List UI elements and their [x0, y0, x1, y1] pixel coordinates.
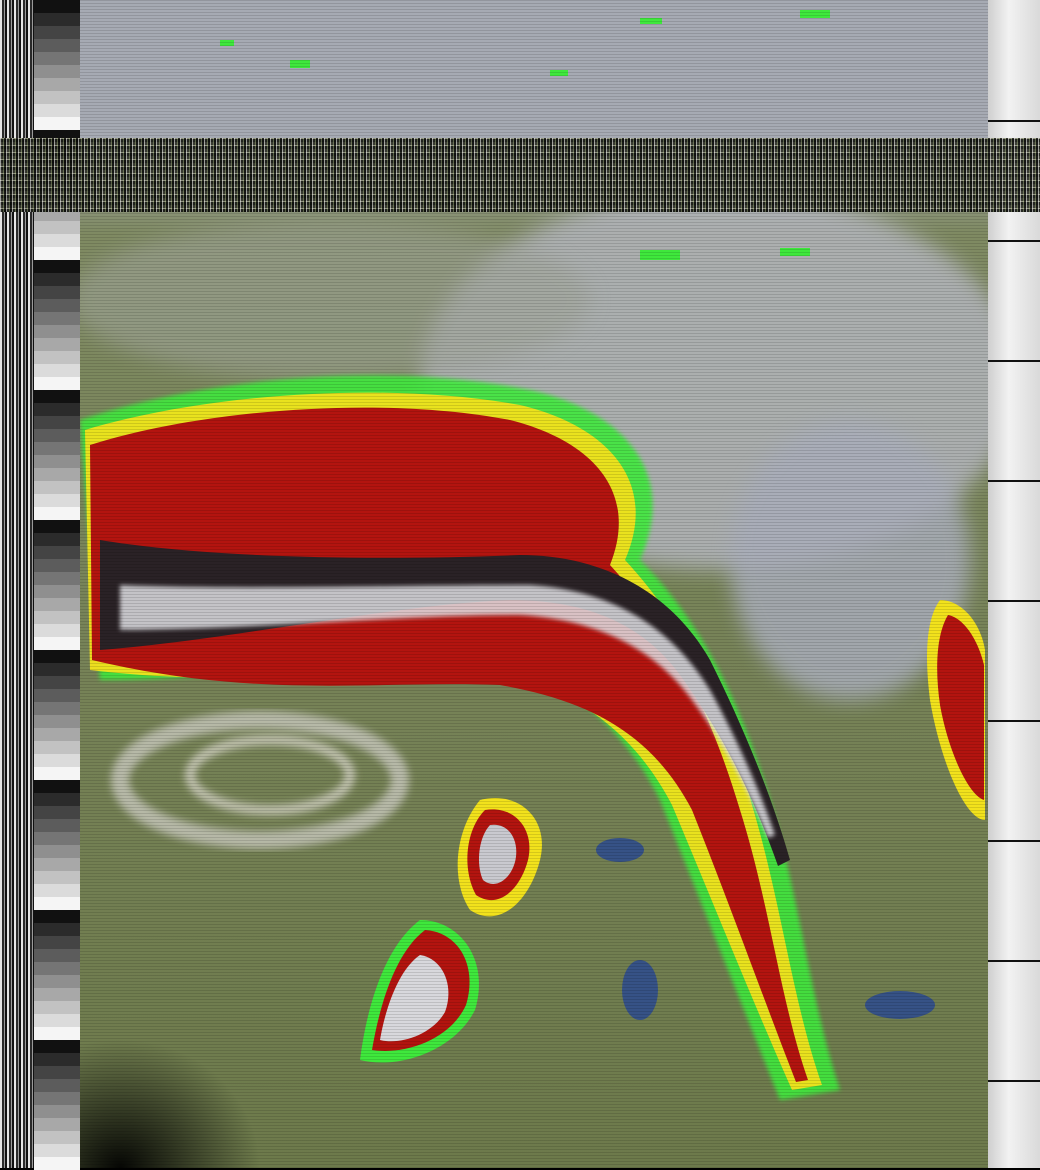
- telemetry-wedge: [34, 702, 80, 715]
- telemetry-wedge: [34, 793, 80, 806]
- telemetry-wedge: [34, 403, 80, 416]
- telemetry-wedge: [34, 728, 80, 741]
- telemetry-wedge: [34, 468, 80, 481]
- telemetry-wedge: [34, 819, 80, 832]
- telemetry-wedge: [34, 507, 80, 520]
- telemetry-wedge: [34, 91, 80, 104]
- telemetry-wedge: [34, 1144, 80, 1157]
- telemetry-wedge: [34, 858, 80, 871]
- telemetry-wedge: [34, 884, 80, 897]
- telemetry-wedge: [34, 442, 80, 455]
- telemetry-wedge: [34, 78, 80, 91]
- telemetry-wedge: [34, 533, 80, 546]
- telemetry-wedge: [34, 949, 80, 962]
- telemetry-wedge: [34, 663, 80, 676]
- telemetry-wedge: [34, 637, 80, 650]
- telemetry-wedge: [34, 325, 80, 338]
- telemetry-wedge: [34, 416, 80, 429]
- telemetry-wedge: [34, 52, 80, 65]
- telemetry-wedge: [34, 351, 80, 364]
- telemetry-wedge: [34, 221, 80, 234]
- telemetry-wedge: [34, 455, 80, 468]
- telemetry-wedge: [34, 260, 80, 273]
- telemetry-wedge: [34, 871, 80, 884]
- telemetry-wedge: [34, 338, 80, 351]
- telemetry-wedge: [34, 767, 80, 780]
- signal-noise-band: [0, 138, 1040, 212]
- telemetry-wedge: [34, 1157, 80, 1170]
- telemetry-tick: [988, 480, 1040, 482]
- telemetry-wedge: [34, 1092, 80, 1105]
- telemetry-wedge: [34, 1027, 80, 1040]
- telemetry-wedge: [34, 715, 80, 728]
- telemetry-wedge: [34, 962, 80, 975]
- telemetry-wedge: [34, 481, 80, 494]
- telemetry-wedge: [34, 832, 80, 845]
- telemetry-wedge: [34, 910, 80, 923]
- telemetry-tick: [988, 720, 1040, 722]
- telemetry-tick: [988, 1080, 1040, 1082]
- telemetry-wedge: [34, 1131, 80, 1144]
- telemetry-wedge: [34, 650, 80, 663]
- telemetry-wedge: [34, 624, 80, 637]
- telemetry-wedge: [34, 1001, 80, 1014]
- telemetry-wedge: [34, 299, 80, 312]
- telemetry-wedge: [34, 936, 80, 949]
- telemetry-tick: [988, 840, 1040, 842]
- telemetry-wedge: [34, 494, 80, 507]
- telemetry-wedge: [34, 546, 80, 559]
- telemetry-wedge: [34, 572, 80, 585]
- telemetry-tick: [988, 960, 1040, 962]
- telemetry-wedge: [34, 1118, 80, 1131]
- telemetry-wedge: [34, 845, 80, 858]
- telemetry-wedge: [34, 312, 80, 325]
- telemetry-wedge: [34, 0, 80, 13]
- telemetry-wedge: [34, 26, 80, 39]
- telemetry-wedge: [34, 247, 80, 260]
- telemetry-wedge: [34, 1014, 80, 1027]
- telemetry-wedge: [34, 1105, 80, 1118]
- telemetry-wedge: [34, 689, 80, 702]
- telemetry-wedge: [34, 13, 80, 26]
- telemetry-wedge: [34, 754, 80, 767]
- telemetry-wedge: [34, 1053, 80, 1066]
- telemetry-wedge: [34, 559, 80, 572]
- telemetry-wedge: [34, 273, 80, 286]
- telemetry-wedge: [34, 923, 80, 936]
- telemetry-wedge: [34, 117, 80, 130]
- telemetry-wedge: [34, 520, 80, 533]
- telemetry-wedge: [34, 780, 80, 793]
- telemetry-wedge: [34, 1066, 80, 1079]
- telemetry-wedge: [34, 429, 80, 442]
- telemetry-wedge: [34, 611, 80, 624]
- telemetry-wedge: [34, 286, 80, 299]
- telemetry-wedge: [34, 39, 80, 52]
- telemetry-wedge: [34, 741, 80, 754]
- telemetry-wedge: [34, 377, 80, 390]
- telemetry-wedge: [34, 364, 80, 377]
- telemetry-tick: [988, 600, 1040, 602]
- telemetry-wedge: [34, 806, 80, 819]
- telemetry-wedge: [34, 988, 80, 1001]
- telemetry-wedge: [34, 975, 80, 988]
- telemetry-tick: [988, 120, 1040, 122]
- telemetry-wedge: [34, 65, 80, 78]
- telemetry-wedge: [34, 897, 80, 910]
- telemetry-wedge: [34, 585, 80, 598]
- telemetry-wedge: [34, 390, 80, 403]
- telemetry-wedge: [34, 676, 80, 689]
- telemetry-wedge: [34, 1079, 80, 1092]
- telemetry-tick: [988, 240, 1040, 242]
- telemetry-wedge: [34, 104, 80, 117]
- telemetry-tick: [988, 360, 1040, 362]
- telemetry-wedge: [34, 598, 80, 611]
- telemetry-wedge: [34, 234, 80, 247]
- telemetry-wedge: [34, 1040, 80, 1053]
